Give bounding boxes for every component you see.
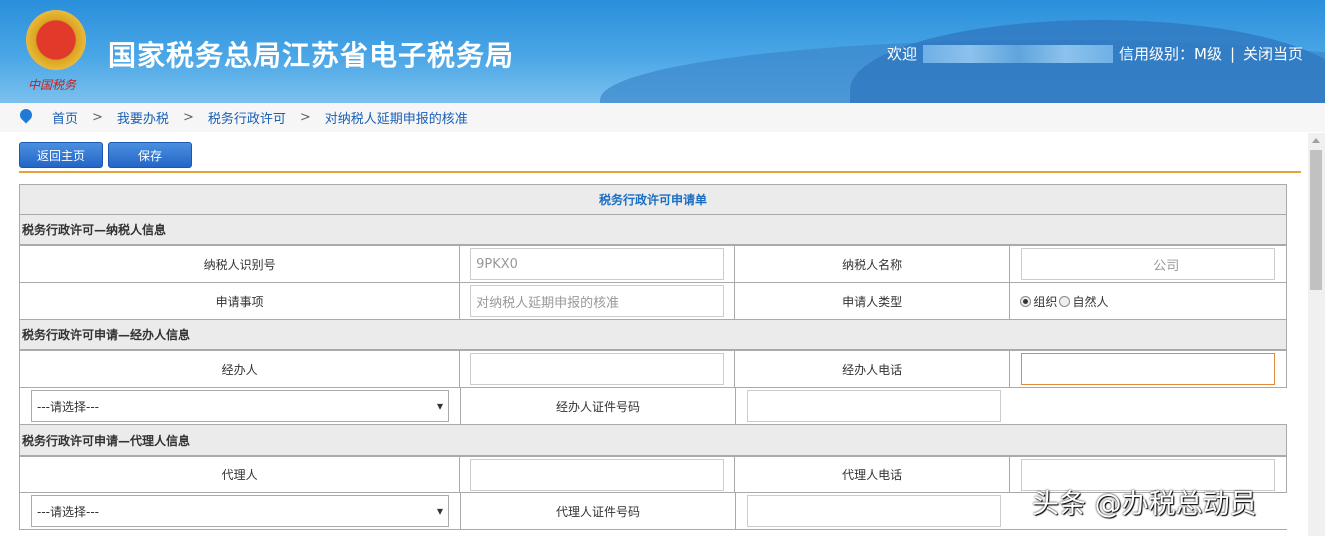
taxpayer-id-label: 纳税人识别号 (20, 246, 461, 282)
section-taxpayer-info: 税务行政许可—纳税人信息 (19, 215, 1287, 246)
select-placeholder: ---请选择--- (37, 504, 99, 519)
divider-line (19, 171, 1301, 173)
taxpayer-name-label: 纳税人名称 (735, 246, 1011, 282)
dropdown-arrow-icon: ▾ (436, 504, 443, 518)
application-item-field[interactable]: 对纳税人延期申报的核准 (470, 285, 725, 317)
agent-label: 代理人 (20, 457, 461, 492)
taxpayer-id-field[interactable]: 9PKX0 (470, 248, 725, 280)
agent-id-label: 代理人证件号码 (461, 493, 736, 529)
handler-label: 经办人 (20, 351, 461, 387)
select-placeholder: ---请选择--- (37, 399, 99, 414)
emblem-caption: 中国税务 (28, 78, 77, 92)
tax-emblem-logo (26, 10, 86, 70)
breadcrumb: 首页 > 我要办税 > 税务行政许可 > 对纳税人延期申报的核准 (0, 103, 1325, 132)
table-row: ---请选择--- ▾ 经办人证件号码 (19, 388, 1287, 425)
section-agent-info: 税务行政许可申请—代理人信息 (19, 425, 1287, 457)
user-bar: 欢迎 信用级别：M级 | 关闭当页 (887, 43, 1303, 64)
handler-field[interactable] (470, 353, 725, 385)
site-header: 中国税务 国家税务总局江苏省电子税务局 欢迎 信用级别：M级 | 关闭当页 (0, 0, 1325, 103)
location-pin-icon (17, 106, 35, 123)
handler-id-field[interactable] (747, 390, 1001, 422)
applicant-type-label: 申请人类型 (735, 283, 1011, 319)
radio-organization-label: 组织 (1033, 294, 1058, 309)
agent-field[interactable] (470, 458, 725, 491)
radio-natural-person-label: 自然人 (1072, 294, 1109, 309)
handler-phone-field[interactable] (1021, 353, 1276, 385)
table-row: 纳税人识别号 9PKX0 纳税人名称 公司 (19, 246, 1287, 283)
agent-phone-label: 代理人电话 (735, 457, 1011, 492)
back-home-button[interactable]: 返回主页 (19, 142, 103, 168)
divider: | (1229, 44, 1236, 63)
breadcrumb-admin-license[interactable]: 税务行政许可 (208, 108, 286, 127)
scroll-up-icon[interactable] (1312, 138, 1320, 143)
redacted-username (923, 44, 1114, 63)
breadcrumb-separator: > (182, 110, 194, 125)
credit-level: 信用级别：M级 (1119, 45, 1222, 63)
table-row: 申请事项 对纳税人延期申报的核准 申请人类型 组织 自然人 (19, 283, 1287, 320)
handler-phone-label: 经办人电话 (735, 351, 1011, 387)
radio-organization[interactable] (1020, 295, 1032, 307)
radio-natural-person[interactable] (1059, 295, 1071, 307)
agent-id-field[interactable] (747, 495, 1001, 527)
handler-id-label: 经办人证件号码 (461, 388, 736, 424)
dropdown-arrow-icon: ▾ (436, 399, 443, 413)
breadcrumb-separator: > (299, 110, 311, 125)
site-title: 国家税务总局江苏省电子税务局 (108, 39, 515, 72)
close-page-link[interactable]: 关闭当页 (1243, 43, 1303, 64)
table-row: 经办人 经办人电话 (19, 351, 1287, 388)
watermark: 头条 @办税总动员 (1032, 489, 1257, 520)
agent-id-type-select[interactable]: ---请选择--- ▾ (31, 495, 449, 527)
form-title: 税务行政许可申请单 (19, 184, 1287, 215)
scrollbar-thumb[interactable] (1310, 150, 1322, 290)
breadcrumb-current[interactable]: 对纳税人延期申报的核准 (325, 108, 468, 127)
taxpayer-name-field[interactable]: 公司 (1021, 248, 1276, 280)
vertical-scrollbar[interactable] (1308, 133, 1325, 536)
handler-id-type-select[interactable]: ---请选择--- ▾ (31, 390, 449, 422)
application-item-label: 申请事项 (20, 283, 461, 319)
welcome-text: 欢迎 (887, 45, 918, 63)
breadcrumb-separator: > (92, 110, 103, 125)
save-button[interactable]: 保存 (108, 142, 192, 168)
breadcrumb-home[interactable]: 首页 (52, 108, 78, 127)
breadcrumb-tax-handling[interactable]: 我要办税 (117, 108, 169, 127)
section-handler-info: 税务行政许可申请—经办人信息 (19, 320, 1287, 351)
